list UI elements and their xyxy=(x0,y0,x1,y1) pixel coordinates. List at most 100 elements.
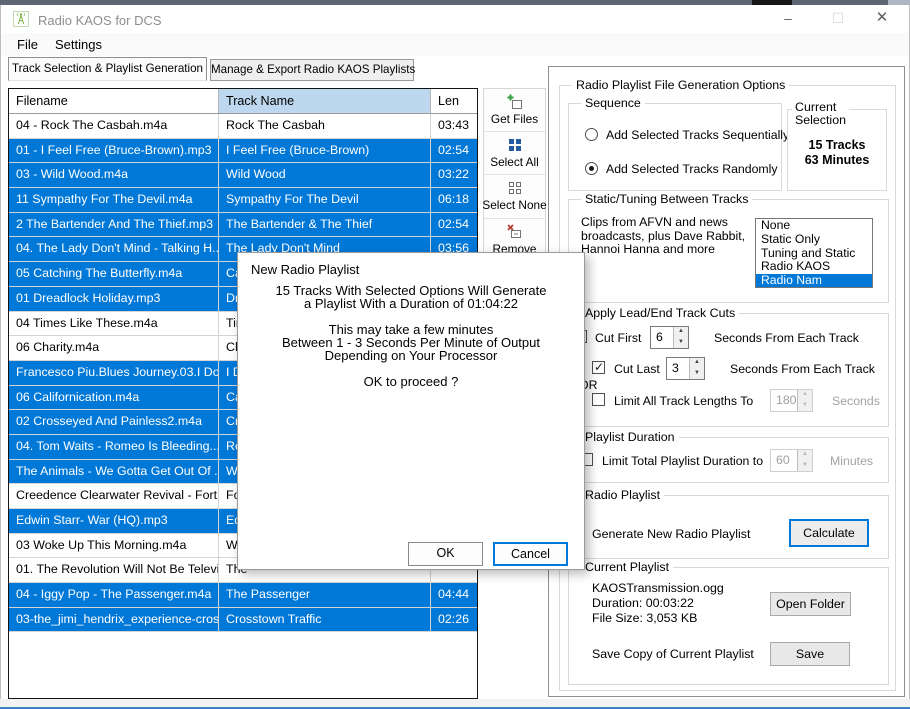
group-track-cuts: Apply Lead/End Track Cuts Cut First 6 ▲▼… xyxy=(568,313,889,427)
playlist-file-size: File Size: 3,053 KB xyxy=(592,611,724,626)
limit-length-suffix: Seconds xyxy=(832,394,880,408)
radio-random[interactable] xyxy=(585,162,598,175)
table-cell-filename: 06 Californication.m4a xyxy=(9,386,219,410)
table-cell-len: 02:54 xyxy=(431,213,477,237)
group-current-selection-label: Current Selection xyxy=(792,101,849,127)
options-panel: Radio Playlist File Generation Options S… xyxy=(548,66,905,697)
table-row[interactable]: 03 - Wild Wood.m4aWild Wood03:22 xyxy=(9,163,477,188)
menu-settings[interactable]: Settings xyxy=(51,36,106,54)
limit-duration-suffix: Minutes xyxy=(830,454,873,468)
cut-first-suffix: Seconds From Each Track xyxy=(714,331,859,345)
group-current-selection: Current Selection 15 Tracks 63 Minutes xyxy=(787,109,887,191)
table-cell-len: 03:22 xyxy=(431,163,477,187)
titlebar: Radio KAOS for DCS – ☐ ✕ xyxy=(1,5,909,33)
save-button[interactable]: Save xyxy=(770,642,850,666)
select-none-button[interactable]: Select None xyxy=(484,175,545,218)
listbox-item[interactable]: None xyxy=(756,219,872,233)
select-none-icon xyxy=(507,180,523,196)
table-cell-len: 02:54 xyxy=(431,139,477,163)
table-row[interactable]: 2 The Bartender And The Thief.mp3The Bar… xyxy=(9,213,477,238)
remove-file-icon xyxy=(507,224,523,240)
app-window: Radio KAOS for DCS – ☐ ✕ File Settings T… xyxy=(0,0,910,709)
table-cell-filename: Francesco Piu.Blues Journey.03.I Do... xyxy=(9,361,219,385)
table-cell-track: The Passenger xyxy=(219,583,431,607)
select-all-button[interactable]: Select All xyxy=(484,132,545,175)
group-current-playlist-label: Current Playlist xyxy=(581,560,673,574)
cut-last-label: Cut Last xyxy=(614,362,660,376)
table-cell-track: Crosstown Traffic xyxy=(219,608,431,632)
column-header-len[interactable]: Len xyxy=(431,89,477,113)
listbox-item[interactable]: Radio KAOS xyxy=(756,260,872,274)
table-row[interactable]: 01 - I Feel Free (Bruce-Brown).mp3I Feel… xyxy=(9,139,477,164)
table-cell-filename: 2 The Bartender And The Thief.mp3 xyxy=(9,213,219,237)
get-files-label: Get Files xyxy=(491,112,538,126)
radio-sequential[interactable] xyxy=(585,128,598,141)
table-row[interactable]: 03-the_jimi_hendrix_experience-cros...Cr… xyxy=(9,608,477,633)
table-cell-filename: 03 - Wild Wood.m4a xyxy=(9,163,219,187)
listbox-item[interactable]: Tuning and Static xyxy=(756,247,872,261)
spinner-arrows-icon: ▲▼ xyxy=(797,450,812,471)
table-cell-track: Wild Wood xyxy=(219,163,431,187)
table-row[interactable]: 04 - Iggy Pop - The Passenger.m4aThe Pas… xyxy=(9,583,477,608)
get-files-button[interactable]: Get Files xyxy=(484,89,545,132)
maximize-button[interactable]: ☐ xyxy=(819,5,857,33)
ok-button[interactable]: OK xyxy=(408,542,483,566)
close-button[interactable]: ✕ xyxy=(863,5,901,33)
table-cell-filename: 11 Sympathy For The Devil.m4a xyxy=(9,188,219,212)
cut-last-checkbox[interactable] xyxy=(592,361,605,374)
minimize-button[interactable]: – xyxy=(769,5,807,33)
radio-sequential-label: Add Selected Tracks Sequentially xyxy=(606,128,789,142)
cut-last-spinner[interactable]: 3 ▲▼ xyxy=(666,357,705,380)
calculate-button[interactable]: Calculate xyxy=(789,519,869,547)
selected-minutes-count: 63 Minutes xyxy=(788,153,886,168)
tab-manage-export[interactable]: Manage & Export Radio KAOS Playlists xyxy=(210,59,414,81)
dialog-message: 15 Tracks With Selected Options Will Gen… xyxy=(238,284,584,388)
spinner-arrows-icon[interactable]: ▲▼ xyxy=(673,327,688,348)
group-playlist-duration: Playlist Duration Limit Total Playlist D… xyxy=(568,437,889,483)
table-row[interactable]: 04 - Rock The Casbah.m4aRock The Casbah0… xyxy=(9,114,477,139)
playlist-filename: KAOSTransmission.ogg xyxy=(592,581,724,596)
limit-length-checkbox[interactable] xyxy=(592,393,605,406)
playlist-duration: Duration: 00:03:22 xyxy=(592,596,724,611)
radio-random-label: Add Selected Tracks Randomly xyxy=(606,162,778,176)
cut-first-label: Cut First xyxy=(595,331,641,345)
table-header: Filename Track Name Len xyxy=(9,89,477,114)
select-all-label: Select All xyxy=(490,155,539,169)
add-file-icon xyxy=(507,94,523,110)
table-cell-filename: The Animals - We Gotta Get Out Of ... xyxy=(9,460,219,484)
static-tuning-description: Clips from AFVN and news broadcasts, plu… xyxy=(581,216,753,257)
table-cell-track: The Bartender & The Thief xyxy=(219,213,431,237)
selected-tracks-count: 15 Tracks xyxy=(788,138,886,153)
spinner-arrows-icon: ▲▼ xyxy=(797,390,812,411)
limit-length-spinner: 180 ▲▼ xyxy=(770,389,813,412)
open-folder-button[interactable]: Open Folder xyxy=(770,592,851,616)
dialog-title: New Radio Playlist xyxy=(251,262,359,277)
table-row[interactable]: 11 Sympathy For The Devil.m4aSympathy Fo… xyxy=(9,188,477,213)
listbox-item[interactable]: Radio Nam xyxy=(756,274,872,288)
spinner-arrows-icon[interactable]: ▲▼ xyxy=(689,358,704,379)
table-cell-filename: 03 Woke Up This Morning.m4a xyxy=(9,534,219,558)
menubar: File Settings xyxy=(1,33,909,56)
listbox-item[interactable]: Static Only xyxy=(756,233,872,247)
table-cell-filename: 01 - I Feel Free (Bruce-Brown).mp3 xyxy=(9,139,219,163)
limit-duration-spinner: 60 ▲▼ xyxy=(770,449,813,472)
group-sequence-label: Sequence xyxy=(581,96,645,110)
tab-track-selection[interactable]: Track Selection & Playlist Generation xyxy=(8,57,207,81)
column-header-filename[interactable]: Filename xyxy=(9,89,219,113)
cut-first-spinner[interactable]: 6 ▲▼ xyxy=(650,326,689,349)
table-cell-track: Rock The Casbah xyxy=(219,114,431,138)
group-radio-playlist: Radio Playlist Generate New Radio Playli… xyxy=(568,495,889,559)
group-generation-options-label: Radio Playlist File Generation Options xyxy=(572,78,789,92)
group-track-cuts-label: Apply Lead/End Track Cuts xyxy=(581,306,739,320)
table-cell-filename: 01. The Revolution Will Not Be Televi... xyxy=(9,558,219,582)
menu-file[interactable]: File xyxy=(13,36,42,54)
cut-last-suffix: Seconds From Each Track xyxy=(730,362,875,376)
static-tuning-listbox: NoneStatic OnlyTuning and StaticRadio KA… xyxy=(755,218,873,288)
table-cell-len: 06:18 xyxy=(431,188,477,212)
table-cell-len: 03:43 xyxy=(431,114,477,138)
table-cell-filename: Edwin Starr- War (HQ).mp3 xyxy=(9,509,219,533)
table-cell-len: 02:26 xyxy=(431,608,477,632)
column-header-track-name[interactable]: Track Name xyxy=(219,89,431,113)
group-playlist-duration-label: Playlist Duration xyxy=(581,430,679,444)
cancel-button[interactable]: Cancel xyxy=(493,542,568,566)
